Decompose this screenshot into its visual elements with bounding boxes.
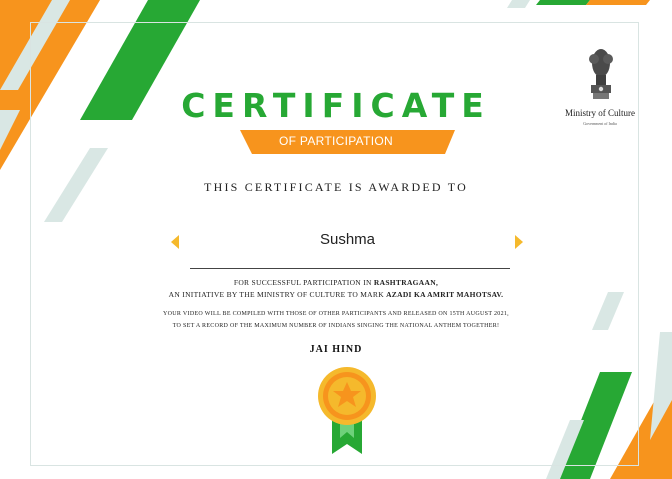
saffron-stripe-top-right (586, 0, 650, 5)
ministry-name: Ministry of Culture (565, 108, 635, 118)
certificate-title: CERTIFICATE (181, 86, 491, 125)
name-underline (190, 268, 510, 269)
closing-text: JAI HIND (309, 344, 363, 355)
participation-line: FOR SUCCESSFUL PARTICIPATION IN RASHTRAG… (233, 278, 439, 287)
recipient-name: Sushma (319, 231, 376, 248)
record-line: TO SET A RECORD OF THE MAXIMUM NUMBER OF… (172, 323, 500, 329)
national-emblem-icon (589, 49, 613, 99)
chevron-left-icon[interactable] (171, 235, 179, 249)
compilation-line: YOUR VIDEO WILL BE COMPILED WITH THOSE O… (163, 311, 509, 317)
government-label: Government of India (583, 121, 617, 126)
pale-stripe-top-right (507, 0, 530, 8)
chevron-right-icon[interactable] (515, 235, 523, 249)
certificate-subtitle: OF PARTICIPATION (279, 134, 393, 148)
star-medal-icon (318, 367, 376, 454)
green-stripe-top-right (536, 0, 590, 5)
initiative-line: AN INITIATIVE BY THE MINISTRY OF CULTURE… (168, 290, 504, 299)
awarded-to-text: THIS CERTIFICATE IS AWARDED TO (204, 180, 468, 194)
